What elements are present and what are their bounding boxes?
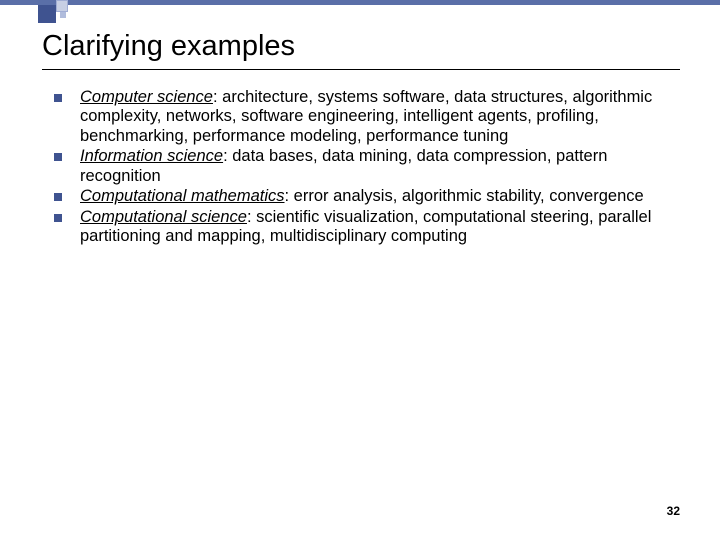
bullet-term: Computational science — [80, 208, 247, 226]
page-number: 32 — [667, 504, 680, 518]
deco-square-tiny — [60, 12, 66, 18]
bullet-list: Computer science: architecture, systems … — [42, 88, 680, 247]
title-rule — [42, 69, 680, 70]
bullet-icon — [54, 153, 62, 161]
bullet-icon — [54, 94, 62, 102]
deco-square-dark — [38, 5, 56, 23]
slide-body: Clarifying examples Computer science: ar… — [0, 0, 720, 247]
header-bar — [0, 0, 720, 5]
bullet-text: : error analysis, algorithmic stability,… — [285, 187, 644, 205]
header-decoration — [0, 0, 720, 20]
bullet-term: Computer science — [80, 88, 213, 106]
list-item: Computer science: architecture, systems … — [50, 88, 680, 146]
list-item: Computational science: scientific visual… — [50, 208, 680, 247]
list-item: Information science: data bases, data mi… — [50, 147, 680, 186]
slide-title: Clarifying examples — [42, 30, 680, 63]
bullet-icon — [54, 214, 62, 222]
bullet-term: Computational mathematics — [80, 187, 285, 205]
bullet-term: Information science — [80, 147, 223, 165]
bullet-icon — [54, 193, 62, 201]
list-item: Computational mathematics: error analysi… — [50, 187, 680, 206]
deco-square-light — [56, 0, 68, 12]
